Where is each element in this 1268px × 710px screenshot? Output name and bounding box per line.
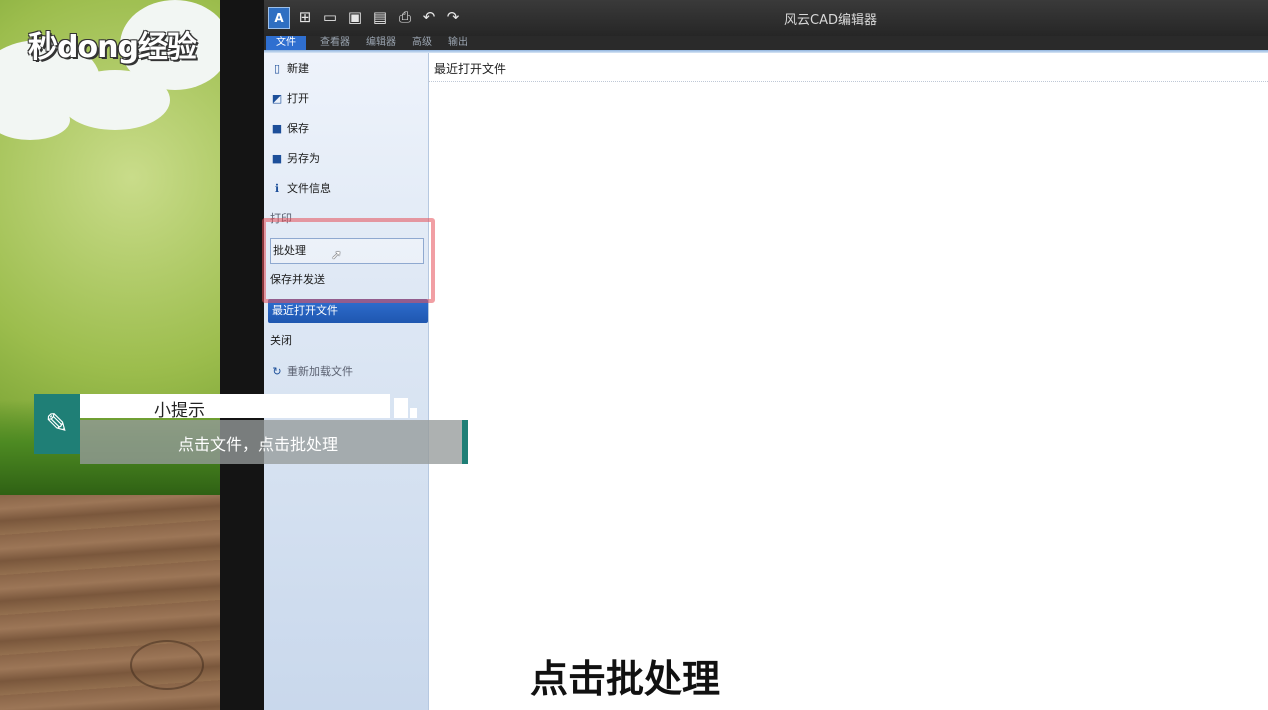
- tab-advanced[interactable]: 高级: [412, 36, 432, 50]
- lightbulb-icon: ✎: [34, 394, 80, 454]
- heading-divider: [428, 81, 1268, 82]
- sidebar-item-label: 新建: [287, 62, 309, 75]
- sidebar-item-open[interactable]: ◩ 打开: [270, 87, 422, 111]
- mouse-cursor-icon: ➚: [331, 248, 342, 263]
- cad-app-icon[interactable]: A: [268, 7, 290, 29]
- screen-bezel: [220, 0, 264, 710]
- sidebar-item-save-as[interactable]: ■ 另存为: [270, 147, 422, 171]
- highlight-box: [262, 218, 435, 303]
- tip-decoration: [394, 398, 408, 418]
- wood-knot: [130, 640, 204, 690]
- file-info-icon: ℹ: [274, 182, 280, 195]
- background-photo: [0, 0, 220, 710]
- save-as-icon: ■: [271, 152, 283, 165]
- sidebar-item-label: 另存为: [287, 152, 320, 165]
- window-title: 风云CAD编辑器: [784, 13, 877, 28]
- print-icon[interactable]: ⎙: [396, 8, 414, 26]
- tip-accent-bar: [462, 420, 468, 464]
- title-bar: A ⊞ ▭ ▣ ▤ ⎙ ↶ ↷ 风云CAD编辑器: [264, 0, 1268, 36]
- save-as-icon[interactable]: ▤: [371, 8, 389, 26]
- undo-icon[interactable]: ↶: [420, 8, 438, 26]
- sidebar-item-file-info[interactable]: ℹ 文件信息: [270, 177, 422, 201]
- sidebar-item-label: 保存: [287, 122, 309, 135]
- app-window: A ⊞ ▭ ▣ ▤ ⎙ ↶ ↷ 风云CAD编辑器 文件 查看器 编辑器 高级 输…: [264, 0, 1268, 710]
- open-folder-icon[interactable]: ▭: [321, 8, 339, 26]
- sidebar-item-close[interactable]: 关闭: [270, 329, 422, 353]
- watermark-logo: 秒dong经验: [28, 30, 197, 65]
- tab-file[interactable]: 文件: [266, 36, 306, 50]
- tip-text: 点击文件，点击批处理: [178, 435, 339, 454]
- sidebar-item-label: 文件信息: [287, 182, 331, 195]
- tip-title-bar: [80, 394, 390, 418]
- sidebar-item-new[interactable]: ▯ 新建: [270, 57, 422, 81]
- sidebar-item-label: 重新加载文件: [287, 365, 353, 378]
- tip-title: 小提示: [154, 401, 205, 421]
- reload-icon: ↻: [272, 365, 282, 378]
- new-file-icon: ▯: [273, 62, 281, 75]
- redo-icon[interactable]: ↷: [444, 8, 462, 26]
- tip-decoration: [410, 408, 417, 418]
- new-icon[interactable]: ⊞: [296, 8, 314, 26]
- tab-output[interactable]: 输出: [448, 36, 468, 50]
- tab-viewer[interactable]: 查看器: [320, 36, 350, 50]
- save-icon[interactable]: ▣: [346, 8, 364, 26]
- video-caption: 点击批处理: [530, 657, 721, 701]
- sidebar-item-save[interactable]: ■ 保存: [270, 117, 422, 141]
- sidebar-item-reload[interactable]: ↻ 重新加载文件: [270, 360, 422, 384]
- recent-files-heading: 最近打开文件: [434, 62, 507, 76]
- tab-editor[interactable]: 编辑器: [366, 36, 396, 50]
- open-icon: ◩: [271, 92, 283, 105]
- sidebar-item-label: 打开: [287, 92, 309, 105]
- ribbon-tabs: 文件 查看器 编辑器 高级 输出: [264, 36, 1268, 50]
- file-menu-sidebar: ▯ 新建 ◩ 打开 ■ 保存 ■ 另存为 ℹ 文件信息 打印 批处理 保存并发送 最近打开…: [264, 53, 429, 710]
- save-icon: ■: [271, 122, 283, 135]
- cloud-shape: [0, 100, 70, 140]
